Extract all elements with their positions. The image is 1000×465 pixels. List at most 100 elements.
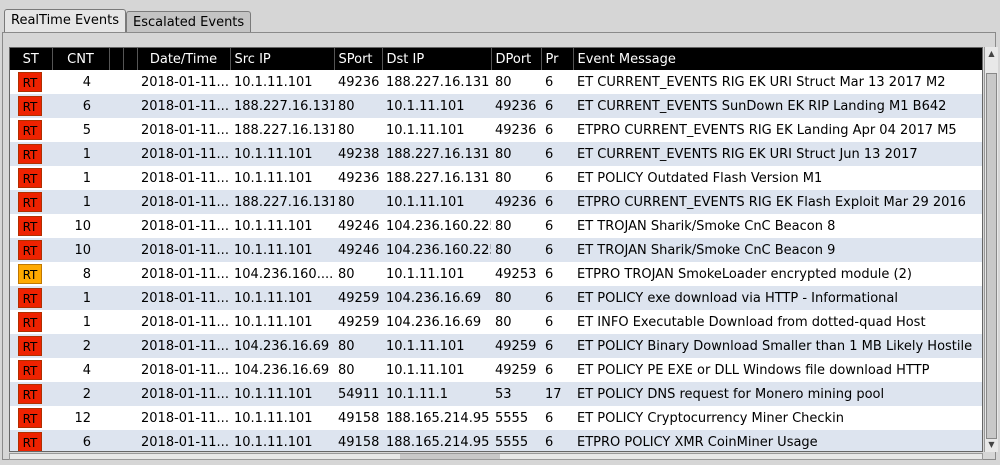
status-badge: RT [18,96,42,116]
table-row[interactable]: RT 10 2018-01-11... 10.1.11.101 49246 104.236… [10,214,982,238]
sport-cell: 80 [334,94,382,118]
protocol-cell: 6 [545,74,554,90]
datetime-cell: 2018-01-11... [141,362,229,378]
column-header-src-ip[interactable]: Src IP [230,48,335,70]
src-ip-cell: 10.1.11.101 [234,314,313,330]
table-row[interactable]: RT 1 2018-01-11... 188.227.16.131 80 10.1.11.… [10,190,982,214]
column-header-pr[interactable]: Pr [541,48,574,70]
column-header-event-message[interactable]: Event Message [573,48,982,70]
column-header-blank-2[interactable] [123,48,138,70]
table-row[interactable]: RT 4 2018-01-11... 104.236.16.69 80 10.1.11.1… [10,358,982,382]
cnt-cell: 6 [52,430,109,451]
status-badge: RT [18,408,42,428]
event-message-cell: ETPRO CURRENT_EVENTS RIG EK Landing Apr … [577,122,957,138]
blank-cell [123,406,137,430]
protocol-cell: 6 [541,334,573,358]
table-row[interactable]: RT 1 2018-01-11... 10.1.11.101 49238 188.227.… [10,142,982,166]
scroll-down-arrow-icon[interactable]: ▼ [985,439,998,451]
tab-realtime-events[interactable]: RealTime Events [4,9,126,33]
table-row[interactable]: RT 8 2018-01-11... 104.236.160.... 80 10.1.11… [10,262,982,286]
src-ip-cell: 10.1.11.101 [230,238,334,262]
st-cell: RT [10,142,52,166]
st-cell: RT [10,238,52,262]
table-row[interactable]: RT 1 2018-01-11... 10.1.11.101 49259 104.236.… [10,286,982,310]
dport-cell: 5555 [491,430,541,451]
cnt-cell: 1 [52,286,109,310]
status-badge: RT [18,72,42,92]
blank-cell [123,262,137,286]
event-message-cell: ET CURRENT_EVENTS RIG EK URI Struct Mar … [577,74,946,90]
table-row[interactable]: RT 5 2018-01-11... 188.227.16.131 80 10.1.11.… [10,118,982,142]
table-row[interactable]: RT 6 2018-01-11... 10.1.11.101 49158 188.165.… [10,430,982,451]
blank-cell [109,286,123,310]
sport-cell: 49158 [334,430,382,451]
table-row[interactable]: RT 1 2018-01-11... 10.1.11.101 49259 104.236.… [10,310,982,334]
dport-cell: 80 [495,74,512,90]
st-cell: RT [10,406,52,430]
vertical-scrollbar[interactable]: ▲ ▼ [984,47,998,452]
blank-cell [109,70,123,94]
table-row[interactable]: RT 4 2018-01-11... 10.1.11.101 49236 188.227.… [10,70,982,94]
column-header-cnt[interactable]: CNT [52,48,110,70]
dst-ip-cell: 104.236.160.225 [386,218,491,234]
horizontal-scrollbar[interactable] [9,453,983,460]
cnt-cell: 4 [82,74,91,90]
table-row[interactable]: RT 2 2018-01-11... 104.236.16.69 80 10.1.11.1… [10,334,982,358]
dport-cell: 80 [495,170,512,186]
datetime-cell: 2018-01-11... [137,142,230,166]
vertical-scrollbar-thumb[interactable] [986,73,997,439]
blank-cell [109,118,123,142]
horizontal-scrollbar-thumb[interactable] [400,454,500,459]
status-badge: RT [18,360,42,380]
status-badge: RT [18,168,42,188]
src-ip-cell: 10.1.11.101 [234,218,313,234]
cnt-cell: 6 [52,94,109,118]
column-header-sport[interactable]: SPort [334,48,383,70]
dst-ip-cell: 10.1.11.101 [382,334,491,358]
dst-ip-cell: 10.1.11.101 [382,190,491,214]
datetime-cell: 2018-01-11... [141,314,229,330]
column-header-dport[interactable]: DPort [491,48,542,70]
column-header-dst-ip[interactable]: Dst IP [382,48,492,70]
datetime-cell: 2018-01-11... [137,94,230,118]
src-ip-cell: 188.227.16.131 [230,94,334,118]
protocol-cell: 6 [541,286,573,310]
blank-cell [123,214,137,238]
cnt-cell: 12 [74,410,91,426]
dst-ip-cell: 188.165.214.95 [386,410,490,426]
src-ip-cell: 10.1.11.101 [234,74,313,90]
dport-cell: 80 [495,314,512,330]
tab-escalated-events[interactable]: Escalated Events [126,11,252,33]
column-header-blank-1[interactable] [109,48,124,70]
src-ip-cell: 10.1.11.101 [230,382,334,406]
datetime-cell: 2018-01-11... [141,170,229,186]
st-cell: RT [10,190,52,214]
column-header-datetime[interactable]: Date/Time [137,48,231,70]
table-row[interactable]: RT 10 2018-01-11... 10.1.11.101 49246 104.236… [10,238,982,262]
sport-cell: 80 [338,266,355,282]
table-row[interactable]: RT 2 2018-01-11... 10.1.11.101 54911 10.1.11.… [10,382,982,406]
blank-cell [123,118,137,142]
scroll-up-arrow-icon[interactable]: ▲ [985,48,998,60]
event-message-cell: ET POLICY Binary Download Smaller than 1… [573,334,982,358]
table-row[interactable]: RT 1 2018-01-11... 10.1.11.101 49236 188.227.… [10,166,982,190]
event-message-cell: ET POLICY DNS request for Monero mining … [573,382,982,406]
sport-cell: 49259 [334,286,382,310]
cnt-cell: 4 [82,362,91,378]
sport-cell: 80 [338,122,355,138]
status-badge: RT [18,144,42,164]
table-row[interactable]: RT 6 2018-01-11... 188.227.16.131 80 10.1.11.… [10,94,982,118]
status-badge: RT [18,288,42,308]
datetime-cell: 2018-01-11... [141,410,229,426]
event-message-cell: ET TROJAN Sharik/Smoke CnC Beacon 8 [577,218,836,234]
cnt-cell: 1 [82,314,91,330]
dport-cell: 5555 [495,410,529,426]
datetime-cell: 2018-01-11... [141,122,229,138]
dport-cell: 49253 [495,266,537,282]
dst-ip-cell: 188.227.16.131 [386,170,490,186]
events-table-body: RT 4 2018-01-11... 10.1.11.101 49236 188.227.… [10,70,982,451]
column-header-st[interactable]: ST [10,48,53,70]
dport-cell: 49259 [495,362,537,378]
table-row[interactable]: RT 12 2018-01-11... 10.1.11.101 49158 188.165… [10,406,982,430]
status-badge: RT [18,312,42,332]
